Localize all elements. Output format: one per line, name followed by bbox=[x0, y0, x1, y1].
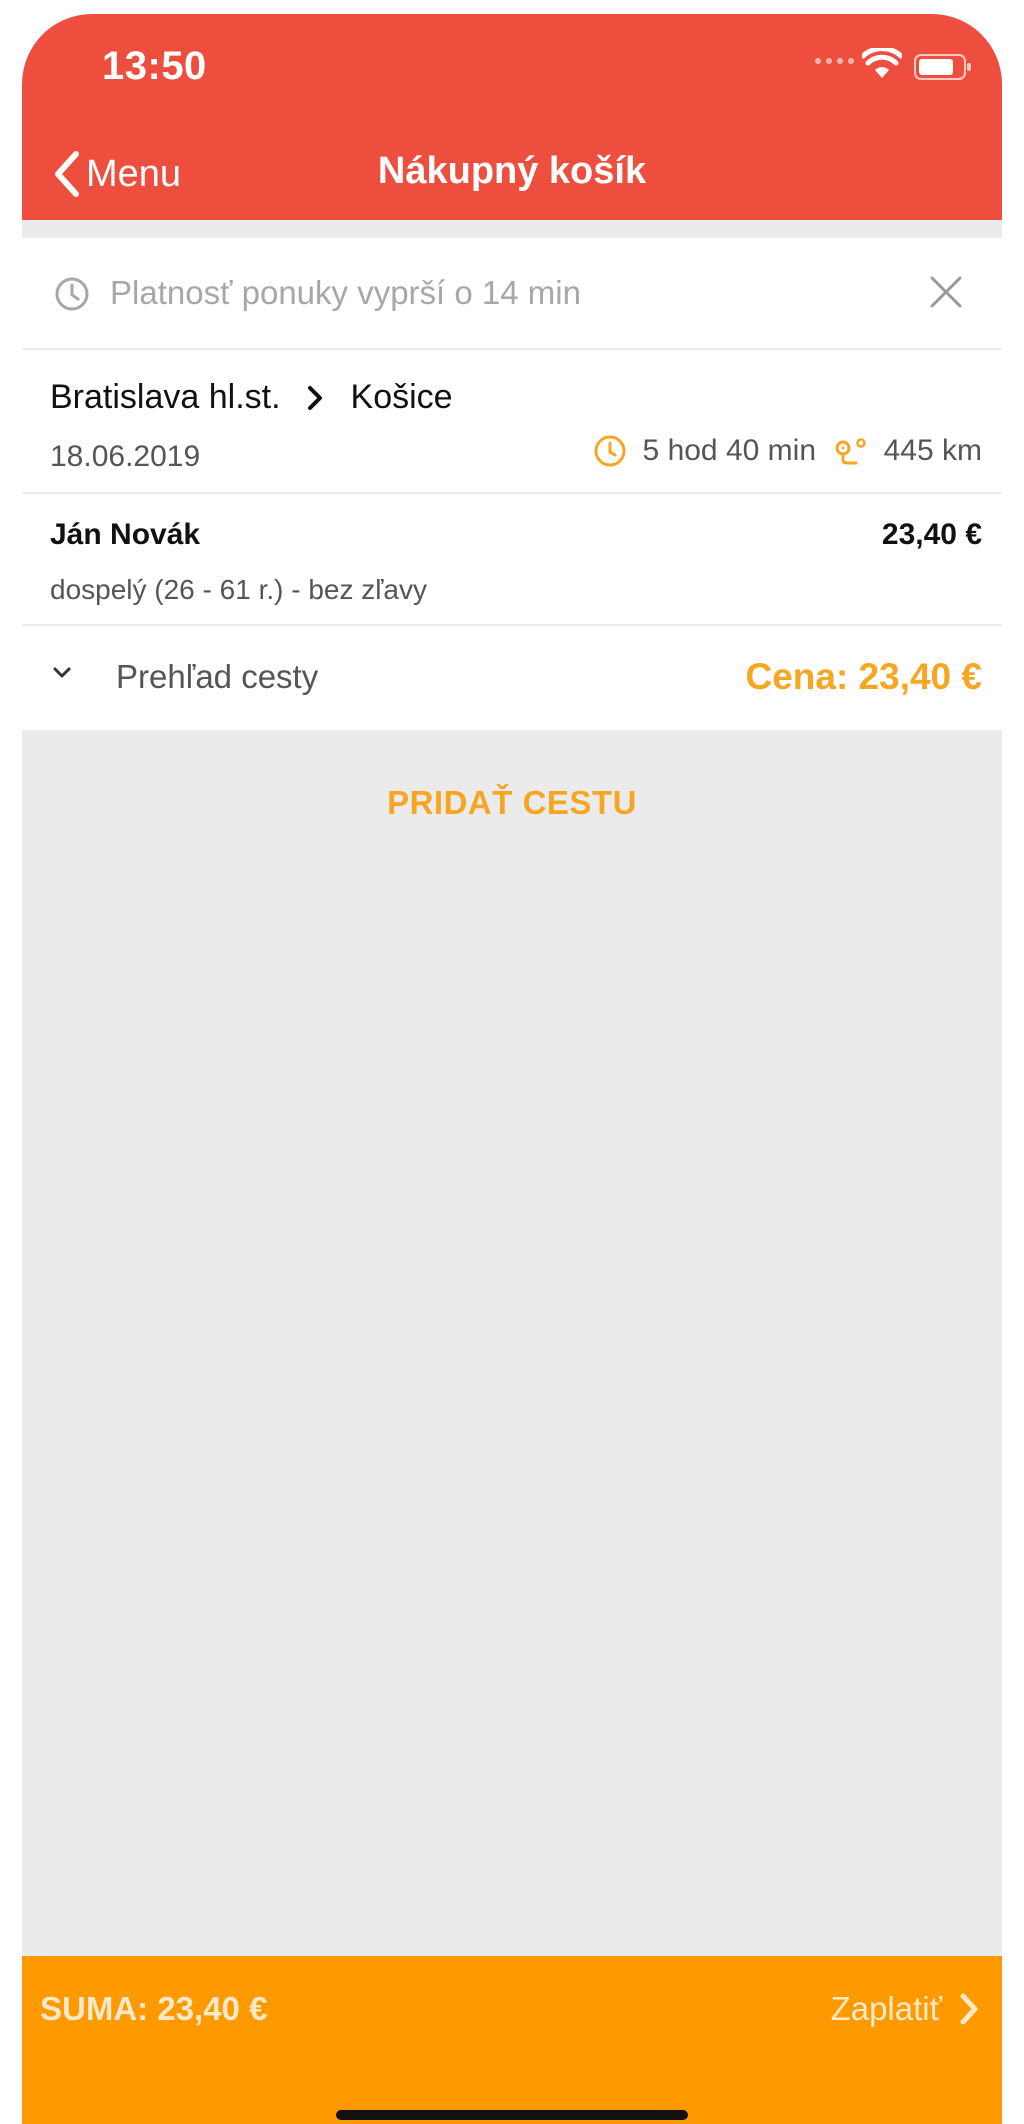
trip-overview-toggle[interactable]: Prehľad cesty Cena: 23,40 € bbox=[22, 626, 1002, 730]
total-price: Cena: 23,40 € bbox=[745, 656, 982, 697]
close-icon[interactable] bbox=[926, 272, 966, 312]
battery-icon bbox=[914, 54, 971, 80]
app-header: 13:50 Menu Nákupný košík bbox=[22, 14, 1002, 220]
passenger-price: 23,40 € bbox=[881, 518, 982, 551]
trip-duration-text: 5 hod 40 min bbox=[642, 434, 816, 467]
passenger-name: Ján Novák bbox=[50, 518, 201, 551]
offer-timer-banner: Platnosť ponuky vyprší o 14 min bbox=[22, 238, 1002, 350]
clock-icon bbox=[55, 277, 89, 311]
clock-icon bbox=[594, 435, 626, 467]
pay-button-label: Zaplatiť bbox=[830, 1990, 942, 2027]
wifi-icon bbox=[862, 48, 902, 78]
cellular-signal-icon bbox=[815, 58, 854, 64]
checkout-bar: SUMA: 23,40 € Zaplatiť bbox=[22, 1956, 1002, 2124]
status-time: 13:50 bbox=[102, 44, 207, 88]
passenger-fare-type: dospelý (26 - 61 r.) - bez zľavy bbox=[50, 574, 427, 605]
sum-total: SUMA: 23,40 € bbox=[40, 1990, 268, 2027]
trip-duration: 5 hod 40 min bbox=[593, 434, 816, 468]
trip-distance: 445 km bbox=[834, 434, 982, 468]
phone-screen: 13:50 Menu Nákupný košík Platnosť ponuky… bbox=[22, 14, 1002, 2124]
offer-timer-text: Platnosť ponuky vyprší o 14 min bbox=[110, 274, 581, 311]
trip-distance-text: 445 km bbox=[883, 434, 982, 467]
add-trip-button[interactable]: PRIDAŤ CESTU bbox=[22, 784, 1002, 822]
home-indicator[interactable] bbox=[336, 2110, 688, 2120]
chevron-right-icon bbox=[960, 1993, 978, 2025]
chevron-right-icon bbox=[307, 385, 322, 410]
page-title: Nákupný košík bbox=[377, 150, 647, 192]
passenger-item[interactable]: Ján Novák 23,40 € dospelý (26 - 61 r.) -… bbox=[22, 494, 1002, 626]
trip-origin: Bratislava hl.st. bbox=[50, 378, 281, 416]
trip-overview-label: Prehľad cesty bbox=[116, 658, 319, 695]
chevron-down-icon bbox=[53, 667, 71, 678]
trip-date: 18.06.2019 bbox=[50, 440, 201, 473]
trip-summary[interactable]: Bratislava hl.st. Košice 18.06.2019 5 ho… bbox=[22, 350, 1002, 494]
route-distance-icon bbox=[835, 438, 866, 465]
trip-route: Bratislava hl.st. Košice bbox=[50, 378, 453, 417]
trip-destination: Košice bbox=[350, 378, 453, 416]
pay-button[interactable]: Zaplatiť bbox=[831, 1990, 980, 2028]
